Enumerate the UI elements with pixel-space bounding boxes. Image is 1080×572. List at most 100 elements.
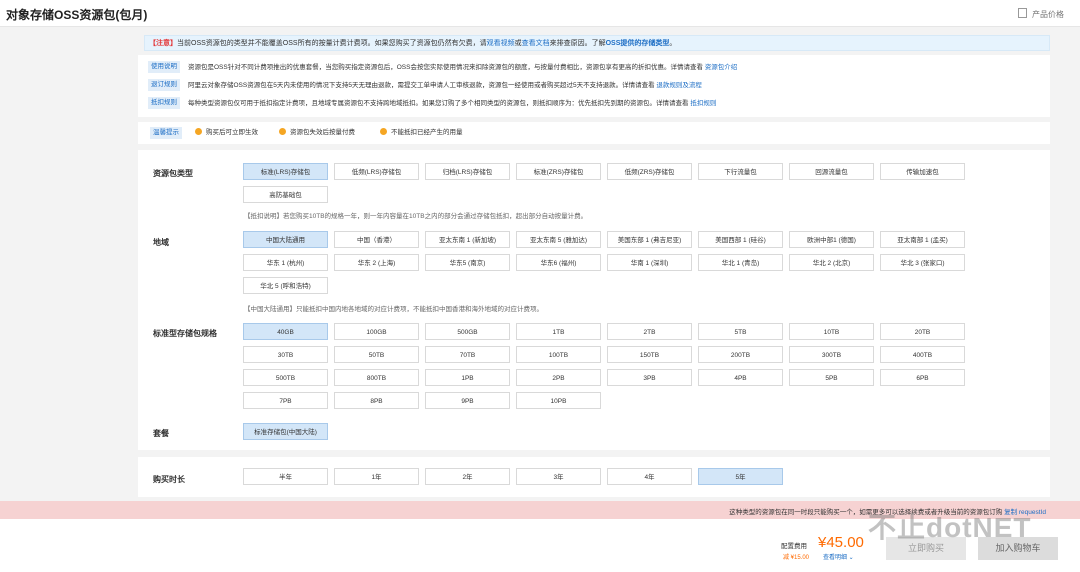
region-option[interactable]: 华北 1 (青岛) [698,254,783,271]
size-option[interactable]: 10PB [516,392,601,409]
size-option[interactable]: 500GB [425,323,510,340]
size-option[interactable]: 3PB [607,369,692,386]
plan-option[interactable]: 标准存储包(中国大陆) [243,423,328,440]
fee-label: 配置费用 [781,543,807,550]
notice-text-2: 来排查原因。了解 [549,40,606,47]
top-bar: 对象存储OSS资源包(包月) 产品价格 [0,0,1080,27]
size-option[interactable]: 30TB [243,346,328,363]
size-option[interactable]: 20TB [880,323,965,340]
info-dot-icon [195,128,202,135]
region-option[interactable]: 华东6 (福州) [516,254,601,271]
region-option[interactable]: 华南 1 (深圳) [607,254,692,271]
fee-amount: ¥45.00 [818,534,864,551]
info-label: 退订规则 [148,79,180,92]
deduction-note: 【抵扣说明】若您购买10TB的规格一年，则一年内容量在10TB之内的部分会通过存… [244,213,588,220]
size-option[interactable]: 800TB [334,369,419,386]
duration-option[interactable]: 2年 [425,468,510,485]
package-type-label: 资源包类型 [153,169,193,178]
region-option[interactable]: 华北 3 (张家口) [880,254,965,271]
product-price-label: 产品价格 [1032,10,1064,19]
info-text: 每种类型资源包仅可用于抵扣指定计费项，且地域专属资源包不支持跨地域抵扣。如果您订… [188,100,691,107]
region-option[interactable]: 美国西部 1 (硅谷) [698,231,783,248]
size-option[interactable]: 400TB [880,346,965,363]
package-type-option[interactable]: 标准(LRS)存储包 [243,163,328,180]
package-type-option[interactable]: 下行流量包 [698,163,783,180]
size-option[interactable]: 5TB [698,323,783,340]
size-option[interactable]: 8PB [334,392,419,409]
info-text: 阿里云对象存储OSS资源包在5天内未使用的情况下支持5天无理由退款，需提交工单申… [188,82,657,89]
size-option[interactable]: 1PB [425,369,510,386]
notice-or: 或 [514,40,522,47]
watch-video-link[interactable]: 观看视频 [487,40,515,47]
region-option[interactable]: 中国（香港） [334,231,419,248]
size-option[interactable]: 7PB [243,392,328,409]
region-option[interactable]: 华东5 (南京) [425,254,510,271]
document-icon [1018,8,1027,18]
size-option[interactable]: 9PB [425,392,510,409]
info-dot-icon [279,128,286,135]
package-type-option[interactable]: 低频(ZRS)存储包 [607,163,692,180]
region-option[interactable]: 亚太南部 1 (孟买) [880,231,965,248]
size-option[interactable]: 2TB [607,323,692,340]
size-option[interactable]: 2PB [516,369,601,386]
storage-types-link[interactable]: OSS提供的存储类型 [606,40,670,47]
region-note: 【中国大陆通用】只能抵扣中国内地各地域的对应计费项，不能抵扣中国香港和海外地域的… [244,306,543,313]
info-label: 抵扣规则 [148,97,180,110]
product-price-link[interactable]: 产品价格 [1018,8,1064,20]
package-type-option[interactable]: 归档(LRS)存储包 [425,163,510,180]
size-option[interactable]: 300TB [789,346,874,363]
size-option[interactable]: 50TB [334,346,419,363]
size-option[interactable]: 100GB [334,323,419,340]
plan-label: 套餐 [153,429,169,438]
size-option[interactable]: 6PB [880,369,965,386]
size-option[interactable]: 500TB [243,369,328,386]
package-intro-link[interactable]: 资源包介绍 [705,64,738,71]
region-option[interactable]: 美国东部 1 (弗吉尼亚) [607,231,692,248]
watermark-logo: 不止dotNET [868,512,1032,543]
package-type-option[interactable]: 回源流量包 [789,163,874,180]
tips-label: 温馨提示 [150,127,182,139]
page-title: 对象存储OSS资源包(包月) [6,8,148,22]
size-option[interactable]: 100TB [516,346,601,363]
size-option[interactable]: 200TB [698,346,783,363]
region-option[interactable]: 华北 5 (呼和浩特) [243,277,328,294]
package-type-option[interactable]: 高防基础包 [243,186,328,203]
region-option[interactable]: 欧洲中部1 (德国) [789,231,874,248]
size-option[interactable]: 1TB [516,323,601,340]
info-row-refund: 退订规则 阿里云对象存储OSS资源包在5天内未使用的情况下支持5天无理由退款，需提… [148,79,702,93]
region-option[interactable]: 中国大陆通用 [243,231,328,248]
info-text: 资源包是OSS针对不同计费项推出的优惠套餐，当您购买指定资源包后，OSS会按您实… [188,64,705,71]
size-option[interactable]: 150TB [607,346,692,363]
view-docs-link[interactable]: 查看文档 [522,40,550,47]
size-option[interactable]: 70TB [425,346,510,363]
notice-text-1: 当前OSS资源包的类型并不能覆盖OSS所有的按量计费计费项。如果您购买了资源包仍… [177,40,487,47]
region-label: 地域 [153,238,169,247]
duration-option[interactable]: 5年 [698,468,783,485]
region-option[interactable]: 华东 1 (杭州) [243,254,328,271]
refund-rules-link[interactable]: 退款规则及流程 [656,82,702,89]
duration-option[interactable]: 3年 [516,468,601,485]
view-details-link[interactable]: 查看明细 ⌄ [823,552,854,561]
package-type-option[interactable]: 传输加速包 [880,163,965,180]
notice-end: 。 [669,40,677,47]
size-option[interactable]: 4PB [698,369,783,386]
tip-item: 资源包失效后按量付费 [279,127,355,139]
duration-option[interactable]: 1年 [334,468,419,485]
duration-option[interactable]: 4年 [607,468,692,485]
size-option[interactable]: 10TB [789,323,874,340]
region-option[interactable]: 华东 2 (上海) [334,254,419,271]
discount-amount: 减 ¥15.00 [783,555,810,561]
notice-tag: 【注意】 [149,40,177,47]
package-type-option[interactable]: 低频(LRS)存储包 [334,163,419,180]
deduction-rules-link[interactable]: 抵扣规则 [690,100,716,107]
duration-option[interactable]: 半年 [243,468,328,485]
region-option[interactable]: 亚太东南 1 (新加坡) [425,231,510,248]
region-option[interactable]: 华北 2 (北京) [789,254,874,271]
tip-item: 不能抵扣已经产生的用量 [380,127,463,139]
duration-label: 购买时长 [153,475,185,484]
size-option[interactable]: 5PB [789,369,874,386]
info-dot-icon [380,128,387,135]
region-option[interactable]: 亚太东南 5 (雅加达) [516,231,601,248]
package-type-option[interactable]: 标准(ZRS)存储包 [516,163,601,180]
size-option[interactable]: 40GB [243,323,328,340]
